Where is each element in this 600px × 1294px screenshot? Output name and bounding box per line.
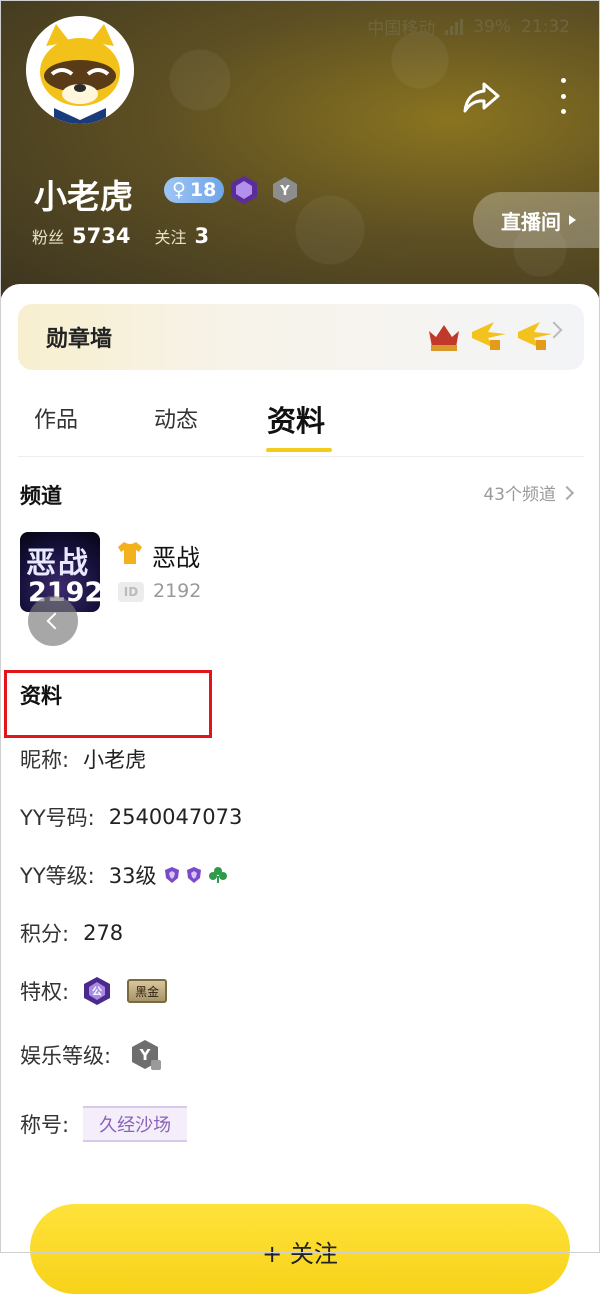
follow-button[interactable]: + 关注 xyxy=(30,1204,570,1294)
id-badge: ID xyxy=(118,582,144,602)
yy-number-row: YY号码: 2540047073 xyxy=(20,802,242,832)
title-label: 称号: xyxy=(20,1113,70,1137)
status-bar: 中国移动 39% 21:32 xyxy=(367,14,570,40)
signal-icon xyxy=(445,18,464,35)
shield-purple-icon xyxy=(165,867,180,883)
back-button[interactable] xyxy=(28,596,78,646)
clover-icon xyxy=(209,867,228,883)
privilege-row: 特权: 公 黑金 xyxy=(20,976,168,1006)
cover-title-text: 恶战 xyxy=(26,546,90,581)
tab-feed[interactable]: 动态 xyxy=(154,402,198,434)
battery-label: 39% xyxy=(473,16,511,37)
privilege-label: 特权: xyxy=(20,980,70,1004)
medal-wall-row[interactable]: 勋章墙 xyxy=(18,304,584,370)
tab-works[interactable]: 作品 xyxy=(34,402,78,434)
carrier-label: 中国移动 xyxy=(367,19,436,39)
username: 小老虎 xyxy=(34,177,133,216)
wings-medal-icon xyxy=(472,322,506,350)
privilege-badge-icon: 公 xyxy=(84,977,111,1005)
channel-count-label: 43个频道 xyxy=(483,485,556,505)
avatar[interactable] xyxy=(26,16,134,124)
follow-button-label: + 关注 xyxy=(262,1240,338,1268)
live-room-button[interactable]: 直播间 xyxy=(473,192,600,248)
yy-number-value: 2540047073 xyxy=(108,805,243,829)
yy-level-label: YY等级: xyxy=(20,864,95,888)
follow-stats: 粉丝 5734 关注 3 xyxy=(32,224,209,248)
points-label: 积分: xyxy=(20,922,70,946)
privilege-purple-icon xyxy=(231,176,257,204)
medal-wall-label: 勋章墙 xyxy=(46,327,113,352)
chevron-left-icon xyxy=(46,612,64,630)
clock-label: 21:32 xyxy=(521,16,570,37)
divider xyxy=(18,456,584,457)
raccoon-avatar-icon xyxy=(26,16,134,124)
medal-icons xyxy=(426,318,554,354)
nickname-row: 昵称: 小老虎 xyxy=(20,744,146,774)
yy-level-row: YY等级: 33级 xyxy=(20,860,228,890)
following-label: 关注 xyxy=(154,228,187,247)
title-tag: 久经沙场 xyxy=(83,1106,188,1142)
active-tab-indicator xyxy=(266,448,332,452)
privilege-badge-text: 公 xyxy=(92,986,102,998)
y-level-badge-icon: Y xyxy=(132,1040,162,1070)
channel-id: 2192 xyxy=(153,580,202,602)
svg-text:Y: Y xyxy=(279,184,290,199)
person-icon: ♀ xyxy=(172,179,186,201)
nickname-value: 小老虎 xyxy=(83,748,147,772)
fans-label: 粉丝 xyxy=(32,228,65,247)
channel-count-link[interactable]: 43个频道 xyxy=(483,480,575,505)
yy-number-label: YY号码: xyxy=(20,806,95,830)
share-icon[interactable] xyxy=(462,80,500,114)
tab-profile[interactable]: 资料 xyxy=(267,398,325,440)
chevron-right-icon xyxy=(559,485,575,500)
channel-name[interactable]: 恶战 xyxy=(152,538,200,573)
channel-section-title: 频道 xyxy=(20,484,62,508)
user-level-value: 18 xyxy=(189,179,217,201)
live-room-label: 直播间 xyxy=(501,209,561,234)
entertainment-level-row: 娱乐等级: Y xyxy=(20,1038,163,1072)
svg-text:Y: Y xyxy=(139,1046,152,1064)
entertainment-level-label: 娱乐等级: xyxy=(20,1044,112,1068)
nickname-label: 昵称: xyxy=(20,748,70,772)
shirt-icon xyxy=(118,542,142,564)
points-value: 278 xyxy=(83,921,124,945)
profile-tabs: 作品 动态 资料 xyxy=(0,384,600,454)
y-gray-badge-icon: Y xyxy=(273,177,297,203)
title-row: 称号: 久经沙场 xyxy=(20,1106,188,1142)
profile-content-sheet: 勋章墙 作品 动态 资料 频道 43个频道 恶战 2192 恶战 ID 2192… xyxy=(0,284,600,1254)
play-triangle-icon xyxy=(569,215,576,225)
privilege-highlight-box xyxy=(4,670,212,738)
following-count: 3 xyxy=(194,224,210,248)
shield-purple-icon-2 xyxy=(187,867,202,883)
more-options-icon[interactable] xyxy=(556,78,570,114)
black-gold-tag-icon: 黑金 xyxy=(127,979,168,1003)
crown-medal-icon xyxy=(429,325,459,351)
fans-count: 5734 xyxy=(72,224,131,248)
user-level-badge: ♀ 18 xyxy=(164,177,225,203)
points-row: 积分: 278 xyxy=(20,918,123,948)
yy-level-value: 33级 xyxy=(108,864,157,888)
wings-medal-icon-2 xyxy=(518,322,552,350)
